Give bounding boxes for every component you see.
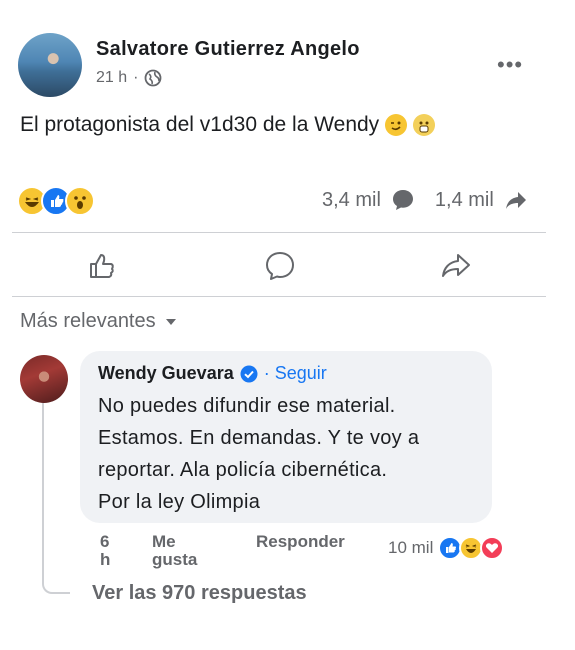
post-text: El protagonista del v1d30 de la Wendy — [20, 113, 380, 136]
comment-reaction-count: 10 mil — [388, 538, 434, 557]
like-label-line: gusta — [152, 550, 198, 569]
post-text-row: El protagonista del v1d30 de la Wendy — [20, 113, 436, 137]
comment-header: Wendy Guevara · Seguir — [98, 363, 474, 384]
actions-divider — [12, 296, 546, 297]
comment-sort-dropdown[interactable]: Más relevantes — [20, 310, 178, 333]
comments-count[interactable]: 3,4 mil — [322, 189, 381, 212]
comment-time-line: 6 — [100, 532, 110, 551]
post-time[interactable]: 21 h — [96, 69, 127, 87]
top-divider — [12, 232, 546, 233]
comment-reactions-summary[interactable]: 10 mil — [388, 536, 505, 560]
comment-line: Estamos. En demandas. Y te voy a — [98, 427, 420, 449]
share-arrow-icon — [442, 254, 470, 277]
comment-author-name[interactable]: Wendy Guevara — [98, 363, 234, 384]
comment-count-icon — [392, 190, 413, 210]
post-author-name[interactable]: Salvatore Gutierrez Angelo — [96, 38, 360, 61]
shares-count[interactable]: 1,4 mil — [435, 189, 494, 212]
comment-text: No puedes difundir ese material. Estamos… — [98, 390, 474, 518]
love-reaction-icon — [480, 536, 505, 560]
post-counts: 3,4 mil 1,4 mil — [322, 188, 528, 212]
comment-bubble-icon — [266, 252, 294, 280]
verified-badge-icon — [240, 365, 258, 382]
share-button[interactable] — [438, 250, 474, 282]
view-replies-link[interactable]: Ver las 970 respuestas — [92, 582, 307, 605]
post-meta: 21 h · — [96, 69, 162, 87]
comment-bubble: Wendy Guevara · Seguir No puedes difundi… — [80, 351, 492, 523]
chevron-down-icon — [165, 318, 176, 325]
reply-thread-line — [42, 402, 70, 594]
like-button[interactable] — [84, 250, 120, 282]
comment-time[interactable]: 6 h — [100, 533, 110, 569]
scream-emoji-icon — [413, 114, 436, 136]
follow-link[interactable]: · Seguir — [264, 363, 327, 384]
comment-button[interactable] — [262, 250, 298, 282]
comment-time-line: h — [100, 550, 111, 569]
post-author-avatar[interactable] — [18, 33, 82, 97]
globe-icon — [145, 69, 162, 87]
comment-line: reportar. Ala policía cibernética. — [98, 459, 388, 481]
comment-line: Por la ley Olimpia — [98, 491, 261, 513]
comment-line: No puedes difundir ese material. — [98, 395, 396, 417]
wow-reaction-icon — [65, 186, 95, 216]
post-reactions-summary[interactable] — [17, 186, 95, 216]
share-count-icon — [505, 192, 526, 209]
more-options-icon[interactable]: ••• — [497, 52, 523, 78]
sort-label: Más relevantes — [20, 310, 156, 332]
comment-author-avatar[interactable] — [20, 355, 68, 403]
wink-emoji-icon — [385, 114, 408, 136]
thumbs-up-icon — [90, 254, 114, 278]
comment-reply-button[interactable]: Responder — [256, 533, 345, 551]
meta-separator: · — [133, 69, 139, 86]
like-label-line: Me — [152, 532, 176, 551]
comment-like-button[interactable]: Me gusta — [152, 533, 197, 569]
